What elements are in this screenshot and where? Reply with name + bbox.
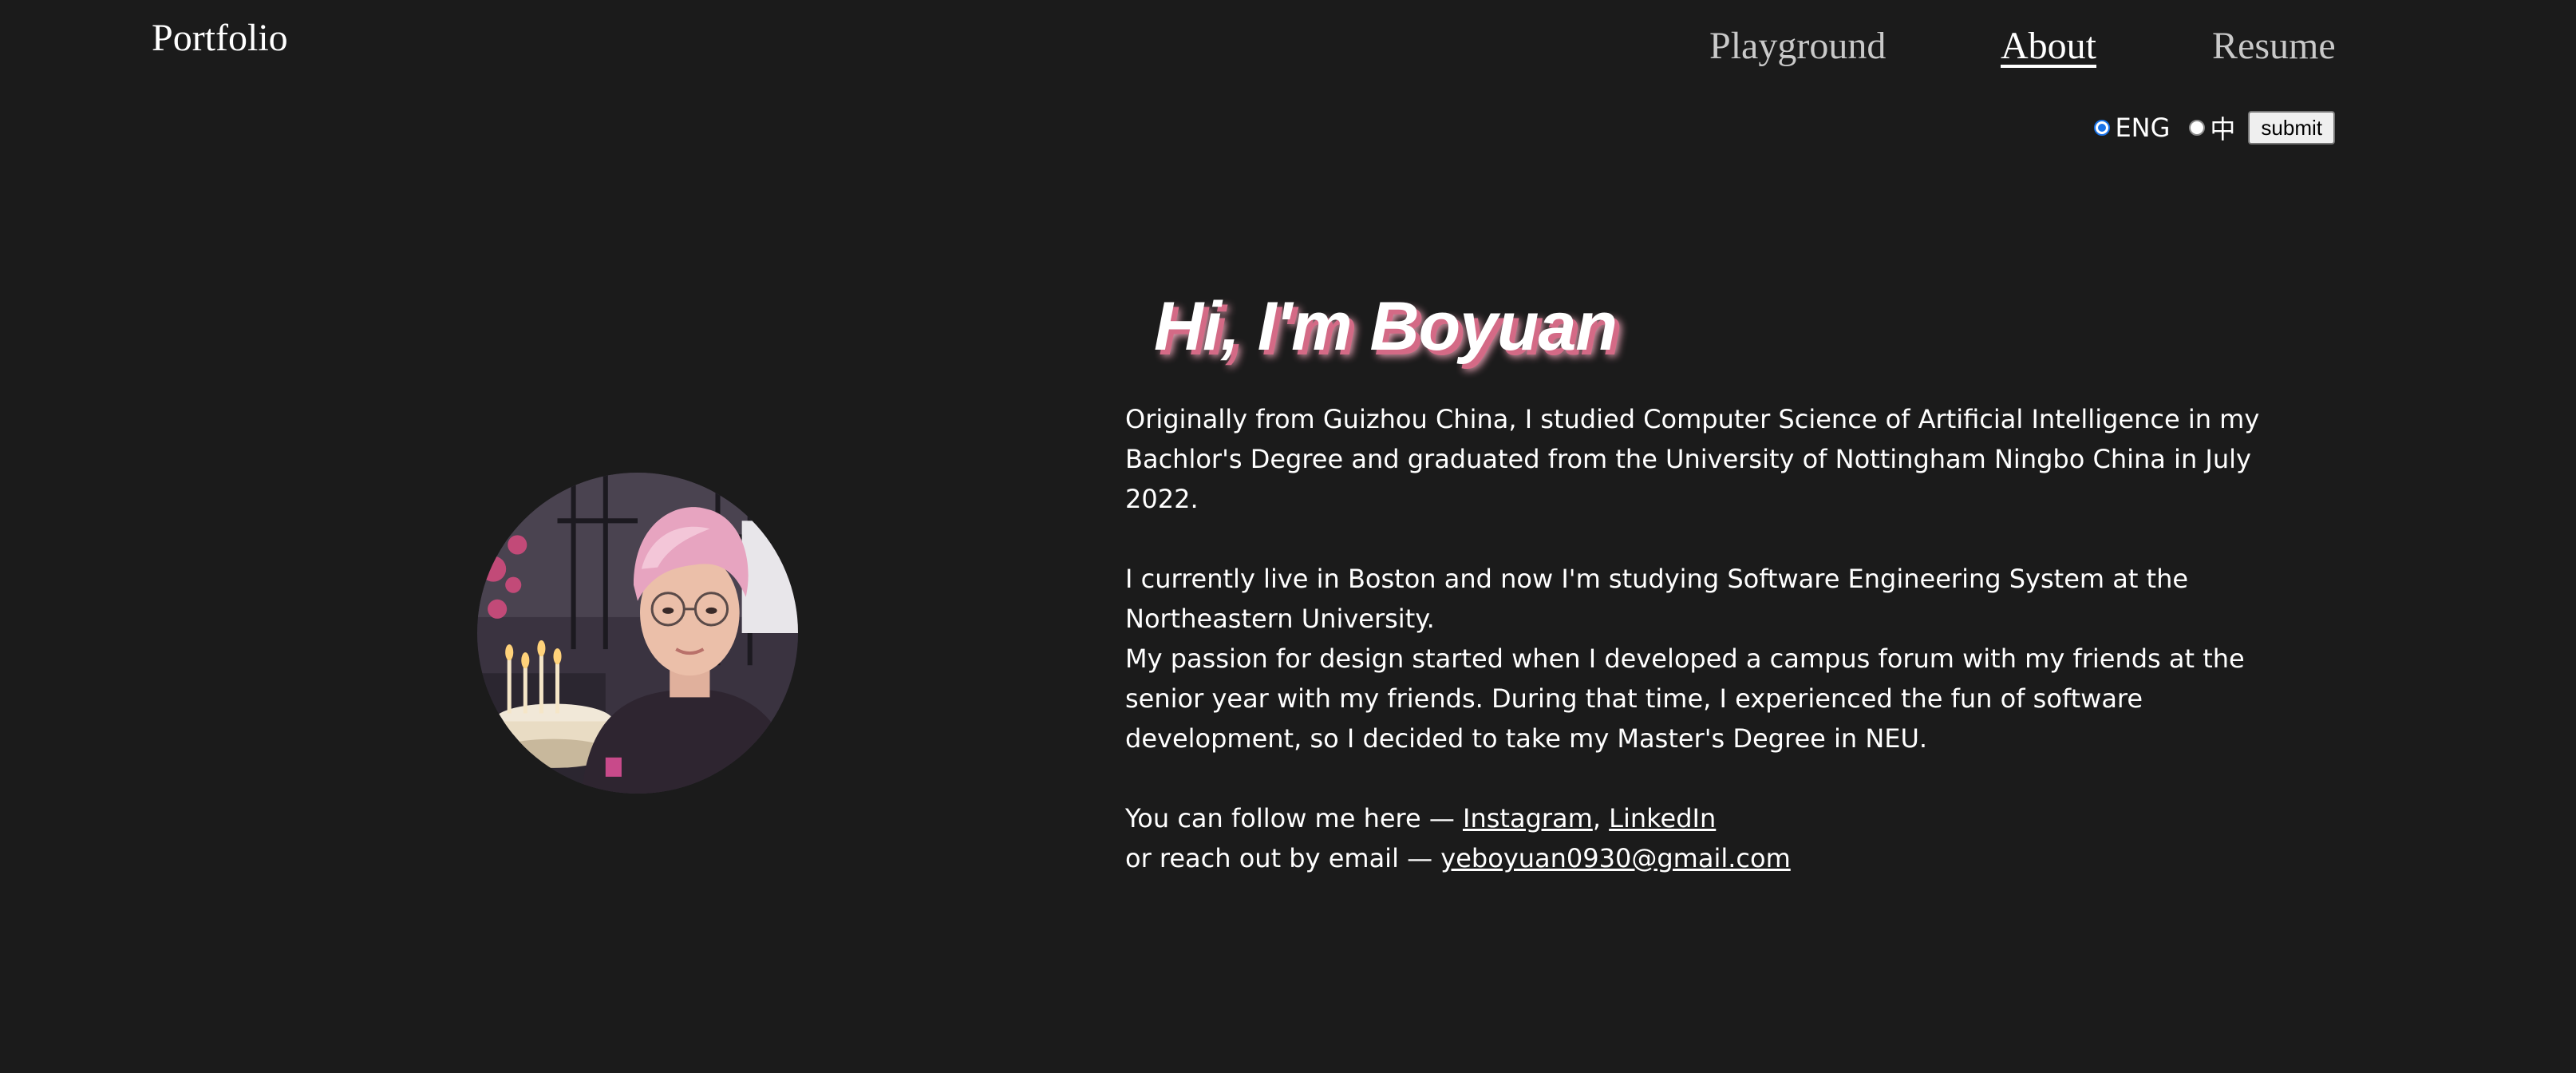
nav-resume[interactable]: Resume	[2212, 27, 2336, 65]
language-switcher: ENG 中 submit	[2094, 110, 2335, 145]
radio-zh-label: 中	[2210, 114, 2236, 145]
link-separator: ,	[1592, 803, 1610, 833]
radio-eng-label: ENG	[2115, 113, 2171, 143]
email-link[interactable]: yeboyuan0930@gmail.com	[1440, 843, 1790, 873]
radio-eng[interactable]	[2094, 120, 2111, 136]
nav-about[interactable]: About	[2001, 27, 2096, 65]
linkedin-link[interactable]: LinkedIn	[1609, 803, 1716, 833]
email-prefix: or reach out by email —	[1125, 843, 1441, 873]
brand-logo[interactable]: Portfolio	[152, 19, 288, 57]
bio-text: Originally from Guizhou China, I studied…	[1125, 399, 2322, 878]
follow-line: You can follow me here — Instagram, Link…	[1125, 798, 2322, 838]
profile-photo	[477, 473, 798, 794]
bio-paragraph-3: My passion for design started when I dev…	[1125, 643, 2245, 754]
radio-zh[interactable]	[2189, 120, 2206, 136]
email-line: or reach out by email — yeboyuan0930@gma…	[1125, 838, 2322, 878]
submit-button[interactable]: submit	[2248, 111, 2335, 145]
bio-paragraph-2: I currently live in Boston and now I'm s…	[1125, 564, 2189, 634]
instagram-link[interactable]: Instagram	[1463, 803, 1593, 833]
bio-paragraph-1: Originally from Guizhou China, I studied…	[1125, 404, 2260, 514]
page-title: Hi, I'm Boyuan	[1154, 288, 1618, 365]
nav-playground[interactable]: Playground	[1709, 27, 1886, 65]
follow-prefix: You can follow me here —	[1125, 803, 1464, 833]
